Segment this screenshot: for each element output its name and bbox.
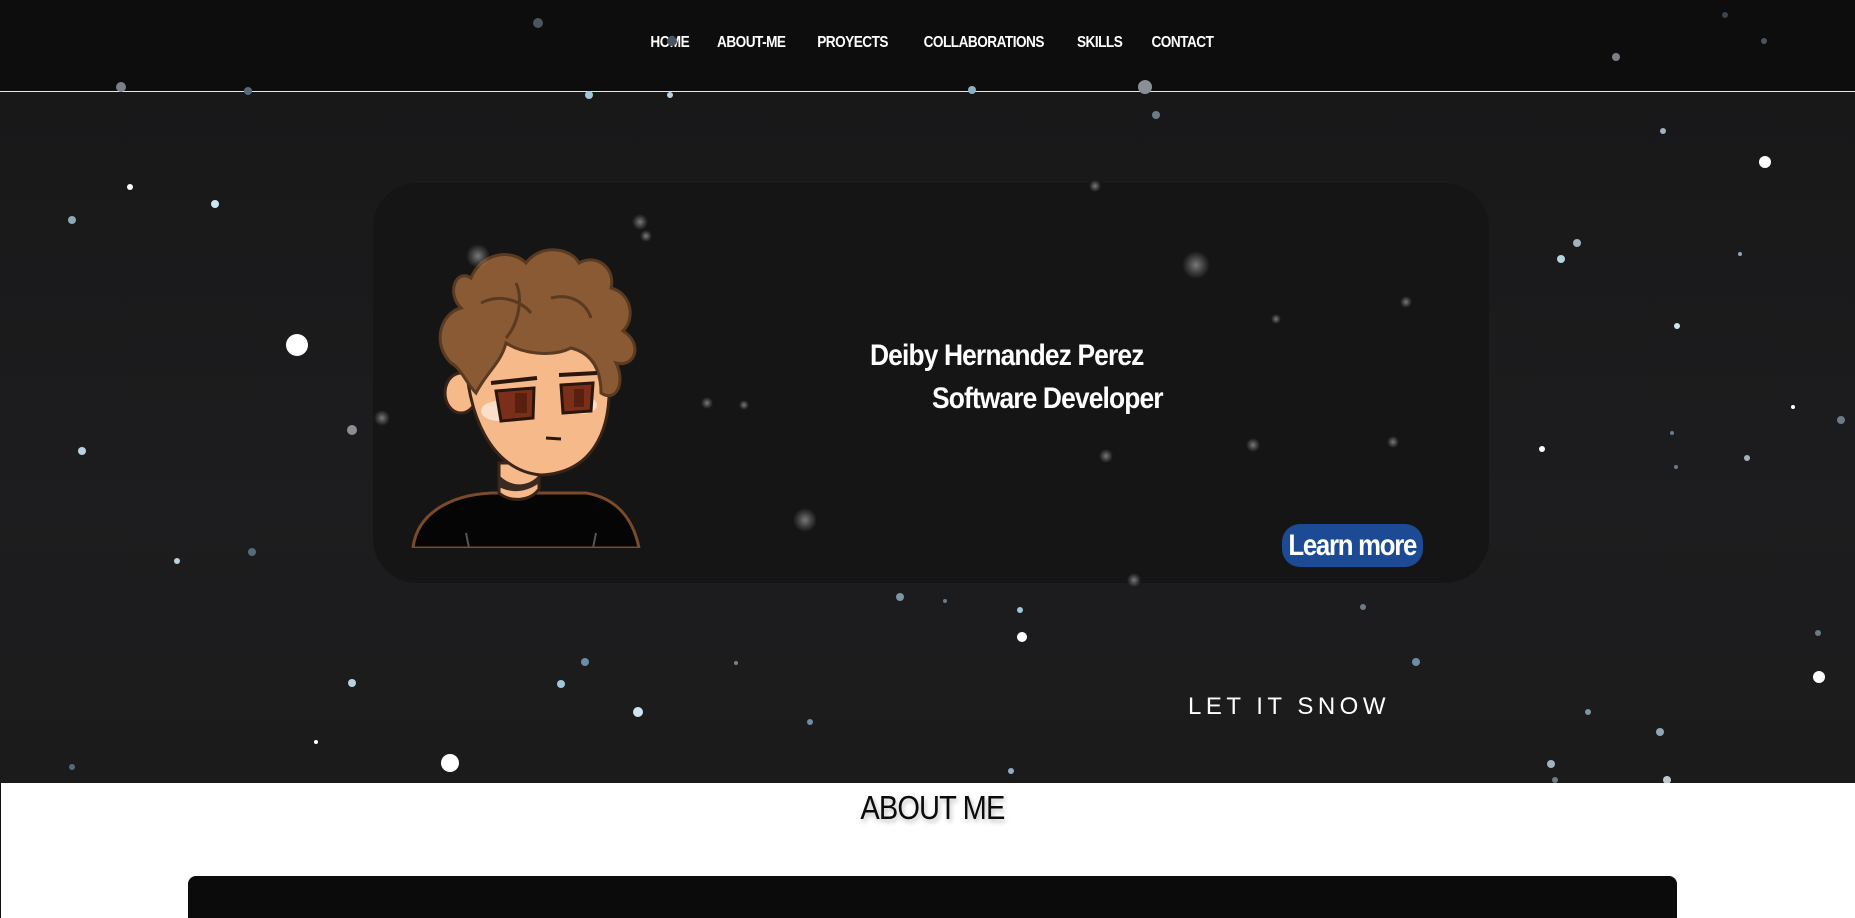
let-it-snow-label[interactable]: LET IT SNOW xyxy=(1188,693,1390,721)
hero-role: Software Developer xyxy=(932,382,1164,415)
hero-name: Deiby Hernandez Perez xyxy=(870,339,1144,372)
learn-more-button[interactable]: Learn more xyxy=(1282,524,1423,567)
learn-more-label: Learn more xyxy=(1288,528,1418,562)
nav-link-skills[interactable]: SKILLS xyxy=(1077,34,1123,52)
nav-link-contact[interactable]: CONTACT xyxy=(1151,34,1213,52)
nav-links: HOME ABOUT-ME PROYECTS COLLABORATIONS SK… xyxy=(0,34,1855,52)
nav-link-about-me[interactable]: ABOUT-ME xyxy=(717,34,786,52)
nav-link-home[interactable]: HOME xyxy=(650,34,689,52)
top-navbar: HOME ABOUT-ME PROYECTS COLLABORATIONS SK… xyxy=(0,0,1855,92)
nav-link-collaborations[interactable]: COLLABORATIONS xyxy=(923,34,1044,52)
about-title: ABOUT ME xyxy=(859,789,1005,826)
avatar-illustration xyxy=(411,248,641,548)
page: HOME ABOUT-ME PROYECTS COLLABORATIONS SK… xyxy=(0,0,1855,918)
about-section: ABOUT ME xyxy=(0,783,1855,918)
nav-link-proyects[interactable]: PROYECTS xyxy=(817,34,888,52)
about-content-box xyxy=(188,876,1677,918)
profile-card xyxy=(373,183,1489,583)
hero-section: Deiby Hernandez Perez Software Developer… xyxy=(0,91,1855,783)
